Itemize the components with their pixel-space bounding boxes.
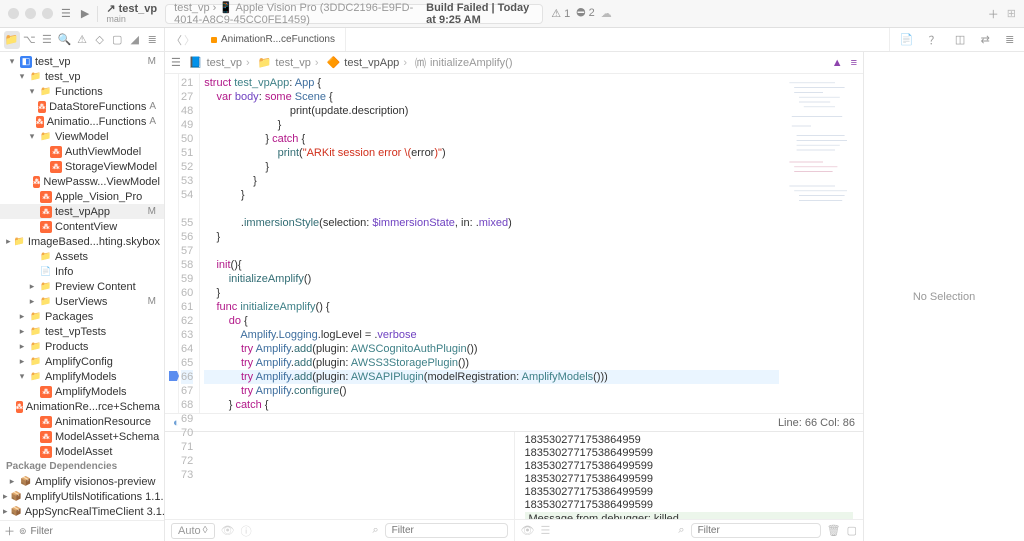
variables-filter-input[interactable] [385,523,508,538]
variables-view: Auto ◊ 👁 ⓘ ⌕ [165,432,515,541]
forward-icon[interactable]: 〉 [184,32,195,48]
list-icon[interactable]: ≣ [1005,33,1014,46]
minimap[interactable] [783,74,863,413]
run-button[interactable]: ▶ [81,7,89,20]
breakpoint-indicator-icon[interactable]: ◐ [173,417,180,429]
file-tree-item[interactable]: 📁Assets [0,249,164,264]
find-icon[interactable]: 🔍 [57,31,73,49]
library-icon[interactable]: ⊞ [1007,7,1016,20]
file-tree-item[interactable]: ▸📁Preview Content [0,279,164,294]
test-icon[interactable]: ◇ [92,31,108,49]
navigator-filter-input[interactable] [31,526,163,537]
package-dependency-item[interactable]: ▸📦AppSyncRealTimeClient 3.1.2 [0,504,164,519]
cursor-location: Line: 66 Col: 86 [778,417,855,429]
file-tree-item[interactable]: 📄Info [0,264,164,279]
navigator-selector: 📁 ⌥ ☰ 🔍 ⚠︎ ◇ ▢ ◢ ≣ [0,28,165,51]
package-dependency-item[interactable]: ▸📦Amplify visionos-preview [0,474,164,489]
breakpoint-icon[interactable]: ◢ [127,31,143,49]
navigator: ▾◧test_vpM▾📁test_vp▾📁Functions⁂DataStore… [0,52,165,541]
debug-icon[interactable]: ▢ [109,31,125,49]
file-tree-item[interactable]: ⁂ModelAsset [0,444,164,459]
file-tree-item[interactable]: ▾📁ViewModel [0,129,164,144]
add-target-icon[interactable]: ＋ [4,523,15,539]
cloud-icon[interactable]: ☁︎ [601,7,612,20]
file-tree-item[interactable]: ⁂ContentView [0,219,164,234]
file-tree-item[interactable]: ⁂StorageViewModel [0,159,164,174]
issue-jump-icon[interactable]: ▲ [832,57,843,69]
package-dependencies-header: Package Dependencies [0,459,164,474]
info-icon[interactable]: ⓘ [241,523,252,539]
help-icon[interactable]: ？ [929,32,940,48]
debugger-message: Message from debugger: killed [525,512,854,519]
sidebar-toggle-icon[interactable]: ☰ [61,7,71,20]
toolstrip: 📁 ⌥ ☰ 🔍 ⚠︎ ◇ ▢ ◢ ≣ 〈 〉 test_vpAppModelAs… [0,28,1024,52]
editor-statusbar: ◐ Line: 66 Col: 86 [165,413,863,431]
inspector-empty-label: No Selection [913,291,975,303]
status-build: Build Failed | Today at 9:25 AM [426,2,534,26]
file-tree-item[interactable]: ⁂AnimationResource [0,414,164,429]
activity-status[interactable]: test_vp › 📱 Apple Vision Pro (3DDC2196-E… [165,4,543,24]
adjust-icon[interactable]: ⇄ [981,33,990,46]
zoom-icon[interactable] [42,8,53,19]
package-dependency-item[interactable]: ▸📦AmplifyUtilsNotifications 1.1.1 [0,489,164,504]
navigator-filter-bar: ＋ ⊚ [0,520,164,541]
filter-scope-icon[interactable]: ⊚ [19,526,27,537]
console-metadata-icon[interactable]: ☰ [540,524,550,537]
doc-icon[interactable]: 📄 [900,33,914,46]
console-scope-icon[interactable]: 👁 [521,524,535,537]
file-tree-item[interactable]: ⁂AmplifyModels [0,384,164,399]
file-tree-item[interactable]: ▾📁AmplifyModels [0,369,164,384]
source-control-icon[interactable]: ⌥ [22,31,38,49]
file-tree-item[interactable]: ⁂test_vpAppM [0,204,164,219]
file-tree-item[interactable]: ▸📁Products [0,339,164,354]
titlebar: ☰ ▶ ↗ test_vp main test_vp › 📱 Apple Vis… [0,0,1024,28]
editor-tabs: 〈 〉 test_vpAppModelAsset+SchemaDataStore… [165,28,346,51]
file-tree-item[interactable]: ▾📁test_vp [0,69,164,84]
file-tree-item[interactable]: ⁂DataStoreFunctionsA [0,99,164,114]
related-items-icon[interactable]: ☰ [171,56,181,69]
eye-icon[interactable]: 👁 [221,524,235,537]
report-icon[interactable]: ≣ [145,31,161,49]
ruler-icon[interactable]: ◫ [955,33,965,46]
file-tree-item[interactable]: ⁂ModelAsset+Schema [0,429,164,444]
file-tree-item[interactable]: ⁂Apple_Vision_Pro [0,189,164,204]
trash-icon[interactable]: 🗑 [827,524,841,537]
filter-icon[interactable]: ⌕ [372,524,378,537]
file-tree-item[interactable]: ▸📁Packages [0,309,164,324]
minimap-toggle-icon[interactable]: ≡ [851,57,857,69]
filter-icon[interactable]: ⌕ [678,524,684,537]
status-target: test_vp › 📱 Apple Vision Pro (3DDC2196-E… [174,1,426,26]
file-tree-item[interactable]: ⁂AuthViewModel [0,144,164,159]
window-controls [8,8,53,19]
back-icon[interactable]: 〈 [171,32,182,48]
scheme-selector[interactable]: ↗ test_vp main [106,4,157,24]
panel-toggle-icon[interactable]: ▢ [847,524,857,537]
bookmarks-icon[interactable]: ☰ [39,31,55,49]
minimize-icon[interactable] [25,8,36,19]
project-navigator-icon[interactable]: 📁 [4,31,20,49]
issue-icon[interactable]: ⚠︎ [74,31,90,49]
close-icon[interactable] [8,8,19,19]
warning-badge[interactable]: ⚠︎ 1 [551,7,570,20]
file-tree-item[interactable]: ▾◧test_vpM [0,54,164,69]
file-tree-item[interactable]: ▸📁ImageBased...hting.skybox [0,234,164,249]
file-tree-item[interactable]: ▸📁AmplifyConfig [0,354,164,369]
console-output: 1835302771753864959183530277175386499599… [515,432,864,541]
file-tree-item[interactable]: ⁂AnimationRe...rce+Schema [0,399,164,414]
variables-scope-selector[interactable]: Auto ◊ [171,523,215,539]
editor-tab[interactable]: AnimationR...ceFunctions [201,28,346,51]
debug-area: Auto ◊ 👁 ⓘ ⌕ 183530277175386495918353027… [165,431,863,541]
file-tree-item[interactable]: ▸📁UserViewsM [0,294,164,309]
file-tree-item[interactable]: ⁂Animatio...FunctionsA [0,114,164,129]
file-tree-item[interactable]: ⁂NewPassw...ViewModel [0,174,164,189]
add-button[interactable]: ＋ [988,6,999,22]
source-editor[interactable]: 2127484950515253545556575859606162636465… [165,74,863,413]
jump-bar[interactable]: ☰ 📘 test_vp › 📁 test_vp › 🔶 test_vpApp ›… [165,52,863,74]
inspector: No Selection [864,52,1024,541]
file-tree-item[interactable]: ▸📁test_vpTests [0,324,164,339]
console-filter-input[interactable] [691,523,821,538]
error-badge[interactable]: ⛔︎ 2 [576,7,594,20]
file-tree-item[interactable]: ▾📁Functions [0,84,164,99]
